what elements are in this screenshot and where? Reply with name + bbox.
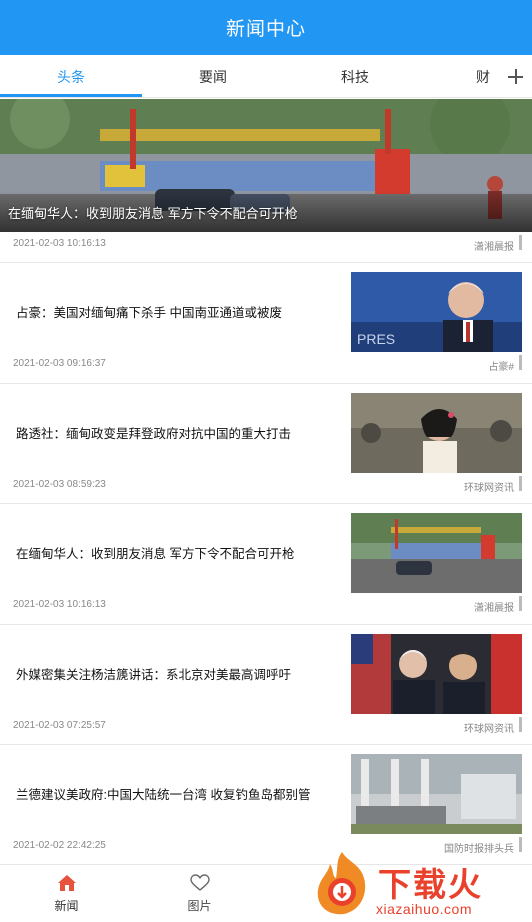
nav-news[interactable]: 新闻 — [0, 865, 133, 922]
news-list-item[interactable]: 外媒密集关注杨洁篪讲话：系北京对美最高调呼吁 2021-02-03 07:25:… — [0, 625, 532, 745]
home-icon — [57, 875, 76, 891]
news-headline: 路透社：缅甸政变是拜登政府对抗中国的重大打击 — [16, 426, 292, 441]
news-time: 2021-02-03 07:25:57 — [13, 719, 106, 731]
news-headline: 兰德建议美政府:中国大陆统一台湾 收复钓鱼岛都别管 — [16, 788, 311, 802]
source-divider — [519, 235, 522, 250]
source-divider — [519, 355, 522, 370]
news-source: 环球网资讯 — [464, 723, 514, 735]
watermark-url: xiazaihuo.com — [376, 901, 472, 917]
news-time: 2021-02-03 10:16:13 — [13, 599, 106, 610]
tab-finance-clipped[interactable]: 财 — [476, 67, 496, 87]
news-thumbnail — [351, 513, 522, 593]
news-headline: 外媒密集关注杨洁篪讲话：系北京对美最高调呼吁 — [16, 667, 292, 682]
news-list-item[interactable]: 路透社：缅甸政变是拜登政府对抗中国的重大打击 2021-02-03 08:59:… — [0, 384, 532, 504]
tab-headlines[interactable]: 头条 — [0, 55, 142, 98]
news-thumbnail — [351, 633, 522, 714]
news-headline: 在缅甸华人：收到朋友消息 军方下令不配合可开枪 — [16, 547, 295, 561]
news-source: 潇湘晨报 — [474, 603, 514, 614]
hero-caption: 在缅甸华人：收到朋友消息 军方下令不配合可开枪 — [8, 206, 298, 221]
news-thumbnail — [351, 392, 522, 473]
heart-icon — [189, 874, 210, 891]
news-source: 潇湘晨报 — [474, 242, 514, 253]
news-list-item[interactable]: 在缅甸华人：收到朋友消息 军方下令不配合可开枪 2021-02-03 10:16… — [0, 504, 532, 625]
news-source: 环球网资讯 — [464, 482, 514, 494]
nav-pictures-label: 图片 — [187, 899, 212, 913]
news-time: 2021-02-03 10:16:13 — [13, 238, 106, 249]
tab-overflow: 财 — [476, 55, 532, 98]
nav-news-label: 新闻 — [54, 899, 79, 913]
svg-text:PRES: PRES — [357, 331, 395, 347]
source-divider — [519, 596, 522, 611]
news-list-item[interactable]: 占豪：美国对缅甸痛下杀手 中国南亚通道或被废 PRES 2021-02-03 0… — [0, 263, 532, 384]
news-headline: 占豪：美国对缅甸痛下杀手 中国南亚通道或被废 — [16, 306, 282, 320]
news-list-item[interactable]: 兰德建议美政府:中国大陆统一台湾 收复钓鱼岛都别管 2021-02-02 22:… — [0, 745, 532, 864]
news-time: 2021-02-02 22:42:25 — [13, 840, 106, 851]
news-time: 2021-02-03 08:59:23 — [13, 478, 106, 490]
news-time: 2021-02-03 09:16:37 — [13, 358, 106, 369]
add-tab-plus-icon[interactable] — [508, 69, 523, 84]
news-feed[interactable]: 在缅甸华人：收到朋友消息 军方下令不配合可开枪 2021-02-03 10:16… — [0, 99, 532, 864]
source-divider — [519, 716, 522, 732]
site-watermark: 下载火 xiazaihuo.com — [312, 848, 532, 922]
news-thumbnail — [351, 754, 522, 834]
hero-meta: 2021-02-03 10:16:13 潇湘晨报 — [0, 232, 532, 263]
app-header: 新闻中心 — [0, 0, 532, 55]
active-tab-indicator — [0, 94, 142, 97]
hero-news-item[interactable]: 在缅甸华人：收到朋友消息 军方下令不配合可开枪 — [0, 99, 532, 232]
tab-top-news[interactable]: 要闻 — [142, 55, 284, 98]
nav-pictures[interactable]: 图片 — [133, 865, 266, 922]
source-divider — [519, 475, 522, 491]
news-thumbnail: PRES — [351, 272, 522, 352]
news-source: 占豪# — [488, 362, 514, 373]
tab-tech[interactable]: 科技 — [284, 55, 426, 98]
flame-logo-icon — [317, 852, 366, 915]
page-title: 新闻中心 — [225, 19, 306, 40]
watermark-text: 下载火 — [378, 866, 483, 903]
category-tabs: 头条 要闻 科技 财 — [0, 55, 532, 98]
